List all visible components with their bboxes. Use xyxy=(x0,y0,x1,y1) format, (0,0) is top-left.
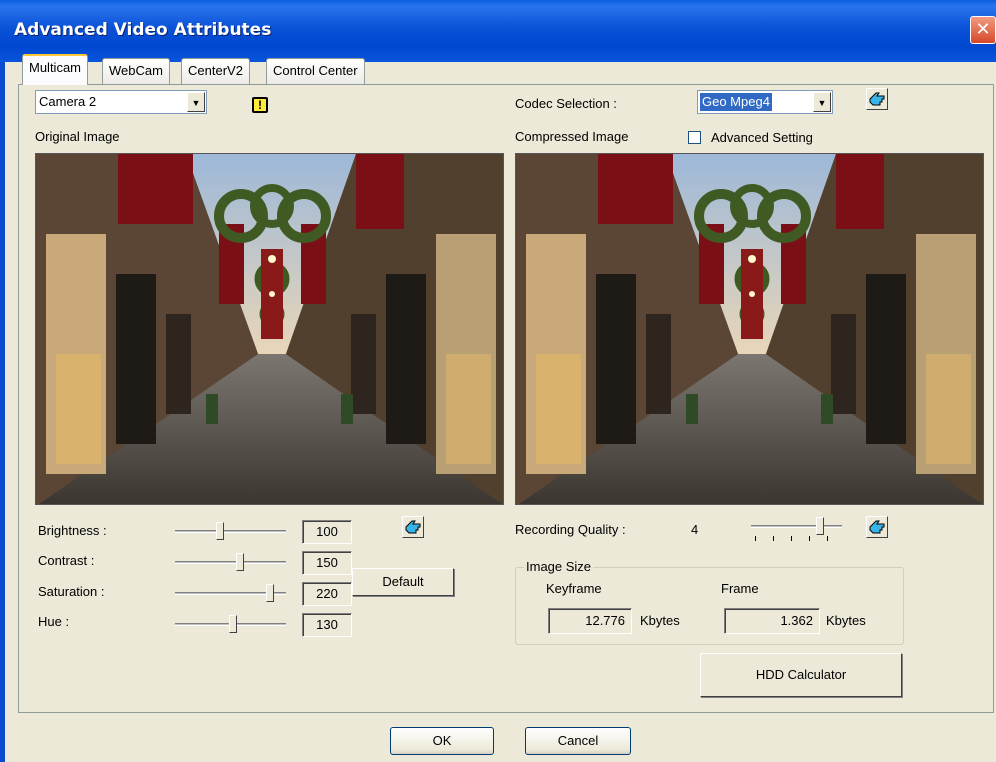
compressed-image-label: Compressed Image xyxy=(515,129,629,144)
recording-quality-slider[interactable] xyxy=(751,516,842,541)
brightness-value: 100 xyxy=(302,520,352,544)
slider-thumb[interactable] xyxy=(236,553,244,571)
frame-label: Frame xyxy=(721,581,759,596)
hdd-calculator-button[interactable]: HDD Calculator xyxy=(700,653,902,697)
advanced-setting-checkbox[interactable] xyxy=(688,131,701,144)
saturation-slider[interactable] xyxy=(175,583,286,603)
pointing-hand-icon xyxy=(869,520,885,534)
slider-thumb[interactable] xyxy=(266,584,274,602)
chevron-down-icon[interactable]: ▼ xyxy=(813,92,831,112)
compressed-image xyxy=(515,153,984,505)
default-button[interactable]: Default xyxy=(352,568,454,596)
codec-settings-button[interactable] xyxy=(866,88,888,110)
camera-select[interactable]: Camera 2 ▼ xyxy=(35,90,207,114)
contrast-label: Contrast : xyxy=(38,553,95,568)
pointing-hand-icon xyxy=(869,92,885,106)
hue-slider[interactable] xyxy=(175,614,286,634)
codec-select-value: Geo Mpeg4 xyxy=(700,93,772,111)
cancel-button[interactable]: Cancel xyxy=(525,727,631,755)
saturation-value: 220 xyxy=(302,582,352,606)
warning-glyph: ! xyxy=(258,98,262,112)
hue-label: Hue : xyxy=(38,614,70,629)
ok-button[interactable]: OK xyxy=(390,727,494,755)
brightness-slider[interactable] xyxy=(175,521,286,541)
panel-content: Camera 2 ▼ ! Original Image Codec Select… xyxy=(0,0,996,762)
brightness-apply-button[interactable] xyxy=(402,516,424,538)
contrast-value: 150 xyxy=(302,551,352,575)
hue-value: 130 xyxy=(302,613,352,637)
warning-icon: ! xyxy=(252,97,268,113)
chevron-down-icon[interactable]: ▼ xyxy=(187,92,205,112)
advanced-setting-label: Advanced Setting xyxy=(711,130,813,145)
recording-quality-label: Recording Quality : xyxy=(515,522,626,537)
original-image-label: Original Image xyxy=(35,129,120,144)
slider-ticks xyxy=(751,536,842,542)
slider-thumb[interactable] xyxy=(229,615,237,633)
codec-selection-label: Codec Selection : xyxy=(515,96,617,111)
dialog-window: Advanced Video Attributes ✕ Multicam Web… xyxy=(0,0,996,762)
arcade-scene-image xyxy=(516,154,983,504)
recording-quality-value: 4 xyxy=(691,522,699,537)
saturation-label: Saturation : xyxy=(38,584,105,599)
frame-unit: Kbytes xyxy=(826,613,866,628)
keyframe-unit: Kbytes xyxy=(640,613,680,628)
brightness-label: Brightness : xyxy=(38,523,107,538)
frame-size-value: 1.362 xyxy=(724,608,820,634)
keyframe-size-value: 12.776 xyxy=(548,608,632,634)
pointing-hand-icon xyxy=(405,520,421,534)
image-size-title: Image Size xyxy=(524,559,594,574)
slider-thumb[interactable] xyxy=(816,517,824,535)
camera-select-value: Camera 2 xyxy=(39,94,97,109)
codec-select[interactable]: Geo Mpeg4 ▼ xyxy=(697,90,833,114)
keyframe-label: Keyframe xyxy=(546,581,602,596)
contrast-slider[interactable] xyxy=(175,552,286,572)
slider-thumb[interactable] xyxy=(216,522,224,540)
recording-apply-button[interactable] xyxy=(866,516,888,538)
arcade-scene-image xyxy=(36,154,503,504)
original-image xyxy=(35,153,504,505)
